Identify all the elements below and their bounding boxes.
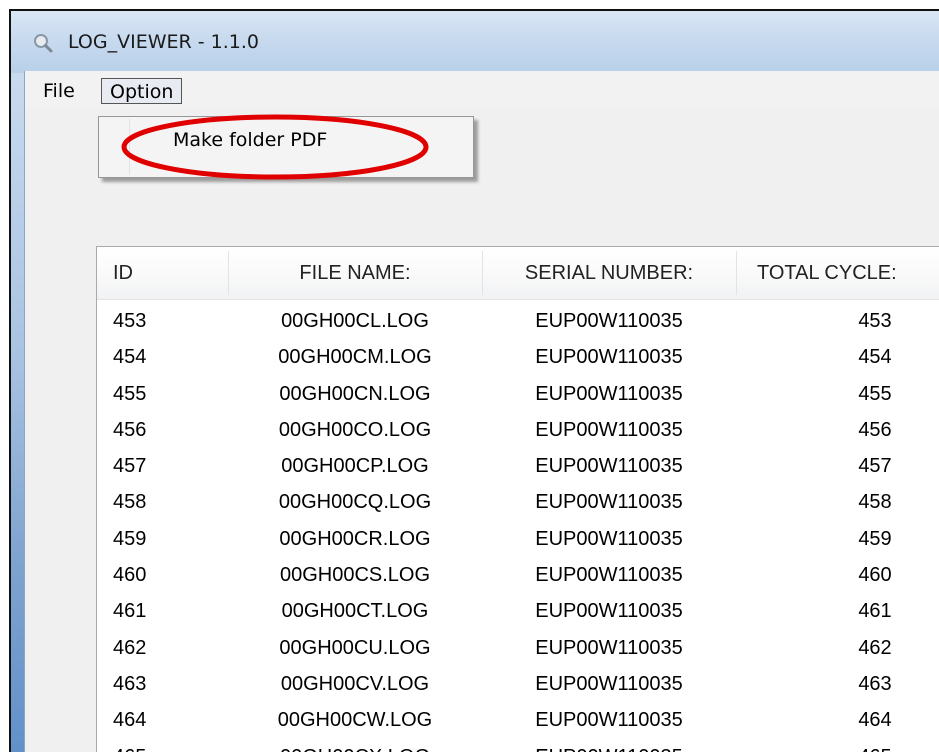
cell-id: 461 (113, 600, 147, 623)
cell-serial-number: EUP00W110035 (535, 418, 683, 441)
cell-file-name: 00GH00CS.LOG (279, 564, 431, 587)
cell-file-name: 00GH00CX.LOG (228, 739, 482, 752)
cell-id: 457 (113, 455, 147, 478)
cell-total-cycle: 455 (858, 382, 892, 405)
cell-file-name: 00GH00CV.LOG (280, 672, 430, 695)
cell-serial-number: EUP00W110035 (535, 491, 683, 514)
cell-id: 465 (113, 739, 146, 752)
column-separator[interactable] (736, 251, 737, 295)
table-row[interactable]: 453 00GH00CL.LOG EUP00W110035 453 (97, 303, 939, 339)
cell-id: 462 (113, 636, 147, 659)
screenshot: LOG_VIEWER - 1.1.0 File Option Make fold… (0, 0, 939, 752)
cell-file-name: 00GH00CL.LOG (281, 310, 429, 332)
magnifier-app-icon (34, 34, 53, 53)
table-row[interactable]: 465 00GH00CX.LOGEUP00W110035 465 (97, 739, 939, 752)
cell-file-name: 00GH00CO.LOG (278, 418, 432, 441)
cell-total-cycle: 459 (858, 527, 892, 550)
cell-total-cycle: 453 (858, 310, 892, 332)
cell-total-cycle: 463 (858, 672, 892, 695)
menu-file[interactable]: File (37, 78, 81, 104)
cell-file-name: 00GH00CU.LOG (279, 636, 431, 659)
cell-id: 464 (113, 709, 147, 732)
cell-total-cycle: 458 (858, 491, 892, 514)
table-row[interactable]: 460 00GH00CS.LOG EUP00W110035 460 (97, 557, 939, 593)
title-bar[interactable]: LOG_VIEWER - 1.1.0 (11, 11, 939, 73)
table-row[interactable]: 454 00GH00CM.LOG EUP00W110035 454 (97, 339, 939, 375)
table-row[interactable]: 463 00GH00CV.LOG EUP00W110035 463 (97, 666, 939, 702)
cell-serial-number: EUP00W110035 (535, 382, 683, 405)
window-title: LOG_VIEWER - 1.1.0 (68, 31, 259, 53)
cell-file-name: 00GH00CW.LOG (277, 709, 433, 732)
cell-id: 458 (113, 491, 147, 514)
table-row[interactable]: 464 00GH00CW.LOG EUP00W110035 464 (97, 702, 939, 738)
cell-serial-number: EUP00W110035 (535, 564, 683, 587)
cell-total-cycle: 462 (858, 636, 892, 659)
table-row[interactable]: 462 00GH00CU.LOG EUP00W110035 462 (97, 630, 939, 666)
column-header-total-cycle[interactable]: TOTAL CYCLE: (757, 247, 897, 299)
cell-serial-number: EUP00W110035 (482, 739, 736, 752)
cell-total-cycle: 454 (858, 346, 892, 369)
cell-id: 455 (113, 382, 147, 405)
log-list-view[interactable]: ID FILE NAME: SERIAL NUMBER: TOTAL CYCLE… (96, 246, 939, 752)
cell-id: 459 (113, 527, 147, 550)
column-header-serial-number[interactable]: SERIAL NUMBER: (482, 247, 736, 299)
cell-serial-number: EUP00W110035 (535, 527, 683, 550)
cell-file-name: 00GH00CN.LOG (279, 382, 431, 405)
table-row[interactable]: 458 00GH00CQ.LOG EUP00W110035 458 (97, 484, 939, 520)
cell-total-cycle: 465 (827, 739, 923, 752)
cell-serial-number: EUP00W110035 (535, 310, 683, 332)
column-header-id[interactable]: ID (113, 247, 133, 299)
cell-total-cycle: 456 (858, 418, 892, 441)
cell-serial-number: EUP00W110035 (535, 672, 683, 695)
red-highlight-ellipse (121, 114, 429, 180)
cell-file-name: 00GH00CR.LOG (279, 527, 431, 550)
cell-total-cycle: 457 (858, 455, 892, 478)
column-header-file-name[interactable]: FILE NAME: (228, 247, 482, 299)
menu-option[interactable]: Option (101, 78, 183, 104)
list-header: ID FILE NAME: SERIAL NUMBER: TOTAL CYCLE… (97, 247, 939, 300)
cell-file-name: 00GH00CP.LOG (281, 455, 429, 478)
cell-serial-number: EUP00W110035 (535, 455, 683, 478)
table-row[interactable]: 456 00GH00CO.LOG EUP00W110035 456 (97, 412, 939, 448)
cell-total-cycle: 461 (858, 600, 892, 623)
cell-serial-number: EUP00W110035 (535, 346, 683, 369)
cell-total-cycle: 464 (858, 709, 892, 732)
cell-id: 460 (113, 564, 147, 587)
table-row[interactable]: 457 00GH00CP.LOG EUP00W110035 457 (97, 448, 939, 484)
list-body: 453 00GH00CL.LOG EUP00W110035 453 454 00GH00C… (97, 303, 939, 752)
cell-id: 453 (113, 310, 147, 332)
cell-file-name: 00GH00CQ.LOG (278, 491, 432, 514)
menu-bar: File Option (25, 71, 939, 107)
cell-id: 463 (113, 672, 147, 695)
cell-id: 454 (113, 346, 147, 369)
cell-file-name: 00GH00CM.LOG (278, 346, 432, 369)
cell-file-name: 00GH00CT.LOG (281, 600, 429, 623)
cell-serial-number: EUP00W110035 (535, 600, 683, 623)
cell-id: 456 (113, 418, 147, 441)
cell-serial-number: EUP00W110035 (535, 636, 683, 659)
table-row[interactable]: 455 00GH00CN.LOG EUP00W110035 455 (97, 376, 939, 412)
cell-serial-number: EUP00W110035 (535, 709, 683, 732)
table-row[interactable]: 461 00GH00CT.LOG EUP00W110035 461 (97, 593, 939, 629)
table-row[interactable]: 459 00GH00CR.LOG EUP00W110035 459 (97, 521, 939, 557)
cell-total-cycle: 460 (858, 564, 892, 587)
